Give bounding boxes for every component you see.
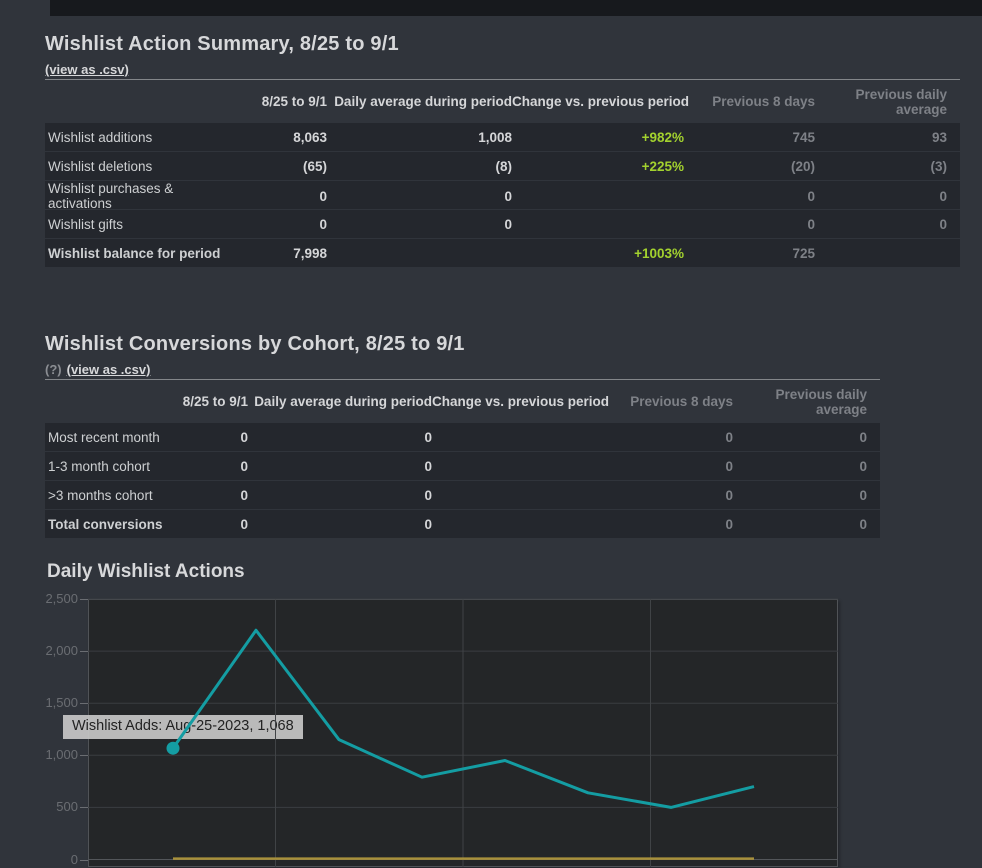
table-row-wishlist-gifts: Wishlist gifts 0 0 0 0 [45,210,960,238]
y-axis-tick [80,755,88,756]
table-row-3-months-cohort: >3 months cohort 0 0 0 0 [45,481,880,509]
col-previous-8-days: Previous 8 days [684,94,815,109]
summary-table-header: 8/25 to 9/1 Daily average during period … [45,80,960,123]
col-change: Change vs. previous period [512,94,684,109]
col-period: 8/25 to 9/1 [240,94,327,109]
y-axis-label: 2,000 [0,643,78,659]
table-row-most-recent-month: Most recent month 0 0 0 0 [45,423,880,451]
summary-title: Wishlist Action Summary, 8/25 to 9/1 [45,31,960,57]
y-axis-label: 2,500 [0,591,78,607]
table-row-1-3-month-cohort: 1-3 month cohort 0 0 0 0 [45,452,880,480]
y-axis-label: 500 [0,799,78,815]
y-axis-label: 0 [0,852,78,868]
cohort-table: 8/25 to 9/1 Daily average during period … [45,380,880,538]
cohort-title: Wishlist Conversions by Cohort, 8/25 to … [45,331,880,357]
cohort-section: Wishlist Conversions by Cohort, 8/25 to … [45,331,880,539]
summary-section: Wishlist Action Summary, 8/25 to 9/1 (vi… [45,31,960,268]
table-row-wishlist-purchases: Wishlist purchases & activations 0 0 0 0 [45,181,960,209]
cohort-view-csv-link[interactable]: (view as .csv) [67,362,151,377]
table-row-wishlist-additions: Wishlist additions 8,063 1,008 +982% 745… [45,123,960,151]
y-axis-tick [80,651,88,652]
col-daily-average: Daily average during period [327,94,512,109]
y-axis-label: 1,500 [0,695,78,711]
table-row-wishlist-deletions: Wishlist deletions (65) (8) +225% (20) (… [45,152,960,180]
top-dark-strip [50,0,982,16]
daily-wishlist-actions-chart: Wishlist Adds: Aug-25-2023, 1,068 2,5002… [0,599,982,867]
table-row-total-conversions: Total conversions 0 0 0 0 [45,510,880,538]
chart-title: Daily Wishlist Actions [47,561,245,583]
summary-table: 8/25 to 9/1 Daily average during period … [45,80,960,267]
table-row-wishlist-balance: Wishlist balance for period 7,998 +1003%… [45,239,960,267]
y-axis-label: 1,000 [0,747,78,763]
y-axis-tick [80,807,88,808]
cohort-table-header: 8/25 to 9/1 Daily average during period … [45,380,880,423]
y-axis-tick [80,860,88,861]
chart-lines[interactable] [88,599,838,867]
col-previous-daily-average: Previous daily average [815,87,947,117]
hovered-data-point [167,742,180,755]
summary-view-csv-link[interactable]: (view as .csv) [45,62,129,77]
help-icon[interactable]: (?) [45,362,62,377]
y-axis-tick [80,703,88,704]
y-axis-tick [80,599,88,600]
